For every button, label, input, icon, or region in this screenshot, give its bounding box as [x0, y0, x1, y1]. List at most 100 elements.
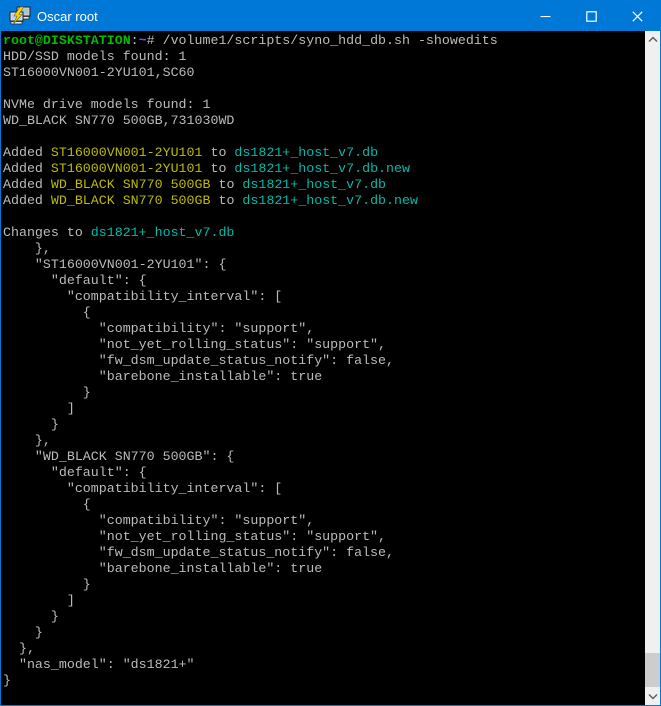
terminal-line: [3, 81, 645, 97]
text-segment: Added: [3, 177, 51, 192]
text-segment: ds1821+_host_v7.db.new: [234, 161, 410, 176]
terminal-line: "fw_dsm_update_status_notify": false,: [3, 545, 645, 561]
text-segment: NVMe drive models found: 1: [3, 97, 210, 112]
terminal-line: "default": {: [3, 273, 645, 289]
text-segment: "barebone_installable": true: [3, 561, 322, 576]
terminal-line: Added WD_BLACK SN770 500GB to ds1821+_ho…: [3, 177, 645, 193]
text-segment: }: [3, 385, 91, 400]
terminal-line: }: [3, 385, 645, 401]
text-segment: ds1821+_host_v7.db: [91, 225, 235, 240]
window-body: root@DISKSTATION:~# /volume1/scripts/syn…: [1, 31, 660, 705]
text-segment: },: [3, 241, 51, 256]
text-segment: ds1821+_host_v7.db.new: [242, 193, 418, 208]
window-controls: [522, 1, 660, 31]
text-segment: "compatibility": "support",: [3, 513, 314, 528]
text-segment: ST16000VN001-2YU101: [51, 145, 203, 160]
terminal-line: "fw_dsm_update_status_notify": false,: [3, 353, 645, 369]
terminal-line: }: [3, 417, 645, 433]
terminal-line: "compatibility": "support",: [3, 321, 645, 337]
terminal-line: }: [3, 673, 645, 689]
text-segment: "compatibility": "support",: [3, 321, 314, 336]
putty-icon: [9, 6, 31, 26]
terminal-line: Added WD_BLACK SN770 500GB to ds1821+_ho…: [3, 193, 645, 209]
text-segment: to: [203, 161, 235, 176]
terminal-line: "barebone_installable": true: [3, 561, 645, 577]
text-segment: }: [3, 673, 11, 688]
text-segment: }: [3, 609, 59, 624]
minimize-button[interactable]: [522, 1, 568, 31]
text-segment: "not_yet_rolling_status": "support",: [3, 529, 386, 544]
terminal-line: },: [3, 641, 645, 657]
terminal-line: "compatibility": "support",: [3, 513, 645, 529]
close-button[interactable]: [614, 1, 660, 31]
terminal-line: [3, 209, 645, 225]
terminal-line: }: [3, 577, 645, 593]
text-segment: HDD/SSD models found: 1: [3, 49, 187, 64]
text-segment: "nas_model": "ds1821+": [3, 657, 195, 672]
maximize-button[interactable]: [568, 1, 614, 31]
text-segment: "fw_dsm_update_status_notify": false,: [3, 353, 394, 368]
terminal-line: "compatibility_interval": [: [3, 481, 645, 497]
scrollbar-track[interactable]: [645, 48, 660, 688]
text-segment: {: [3, 497, 91, 512]
text-segment: "ST16000VN001-2YU101": {: [3, 257, 226, 272]
text-segment: }: [3, 625, 43, 640]
terminal-line: NVMe drive models found: 1: [3, 97, 645, 113]
text-segment: WD_BLACK SN770 500GB,731030WD: [3, 113, 234, 128]
text-segment: ST16000VN001-2YU101: [51, 161, 203, 176]
scrollbar-thumb[interactable]: [645, 653, 660, 687]
terminal-line: WD_BLACK SN770 500GB,731030WD: [3, 113, 645, 129]
terminal-line: },: [3, 433, 645, 449]
terminal-line: root@DISKSTATION:~# /volume1/scripts/syn…: [3, 33, 645, 49]
terminal-line: "compatibility_interval": [: [3, 289, 645, 305]
terminal-line: ]: [3, 401, 645, 417]
text-segment: root@DISKSTATION: [3, 33, 131, 48]
terminal-line: {: [3, 497, 645, 513]
text-segment: WD_BLACK SN770 500GB: [51, 177, 211, 192]
putty-window: Oscar root root@DISKSTATION:~# /volume1/…: [0, 0, 661, 706]
text-segment: ds1821+_host_v7.db: [242, 177, 386, 192]
text-segment: :: [131, 33, 139, 48]
text-segment: }: [3, 417, 59, 432]
terminal-line: "nas_model": "ds1821+": [3, 657, 645, 673]
text-segment: {: [3, 305, 91, 320]
window-title: Oscar root: [37, 9, 98, 24]
terminal-line: Added ST16000VN001-2YU101 to ds1821+_hos…: [3, 145, 645, 161]
scroll-down-button[interactable]: [645, 688, 660, 705]
text-segment: },: [3, 433, 51, 448]
terminal-line: HDD/SSD models found: 1: [3, 49, 645, 65]
terminal-line: }: [3, 625, 645, 641]
scroll-up-button[interactable]: [645, 31, 660, 48]
terminal-line: Added ST16000VN001-2YU101 to ds1821+_hos…: [3, 161, 645, 177]
terminal-line: {: [3, 305, 645, 321]
text-segment: WD_BLACK SN770 500GB: [51, 193, 211, 208]
minimize-icon: [540, 11, 551, 22]
text-segment: "compatibility_interval": [: [3, 481, 282, 496]
terminal-line: "barebone_installable": true: [3, 369, 645, 385]
terminal-output[interactable]: root@DISKSTATION:~# /volume1/scripts/syn…: [1, 31, 645, 705]
text-segment: Added: [3, 193, 51, 208]
title-bar[interactable]: Oscar root: [1, 1, 660, 31]
text-segment: "fw_dsm_update_status_notify": false,: [3, 545, 394, 560]
close-icon: [632, 11, 643, 22]
text-segment: Added: [3, 161, 51, 176]
text-segment: ds1821+_host_v7.db: [234, 145, 378, 160]
text-segment: ~: [139, 33, 147, 48]
text-segment: ]: [3, 593, 75, 608]
maximize-icon: [586, 11, 597, 22]
text-segment: "default": {: [3, 273, 147, 288]
terminal-line: ST16000VN001-2YU101,SC60: [3, 65, 645, 81]
chevron-down-icon: [648, 693, 658, 700]
terminal-line: [3, 129, 645, 145]
text-segment: Added: [3, 145, 51, 160]
text-segment: ]: [3, 401, 75, 416]
terminal-line: Changes to ds1821+_host_v7.db: [3, 225, 645, 241]
text-segment: "compatibility_interval": [: [3, 289, 282, 304]
text-segment: "WD_BLACK SN770 500GB": {: [3, 449, 234, 464]
text-segment: to: [210, 177, 242, 192]
terminal-line: "default": {: [3, 465, 645, 481]
terminal-line: "ST16000VN001-2YU101": {: [3, 257, 645, 273]
text-segment: "default": {: [3, 465, 147, 480]
scrollbar[interactable]: [645, 31, 660, 705]
text-segment: "barebone_installable": true: [3, 369, 322, 384]
